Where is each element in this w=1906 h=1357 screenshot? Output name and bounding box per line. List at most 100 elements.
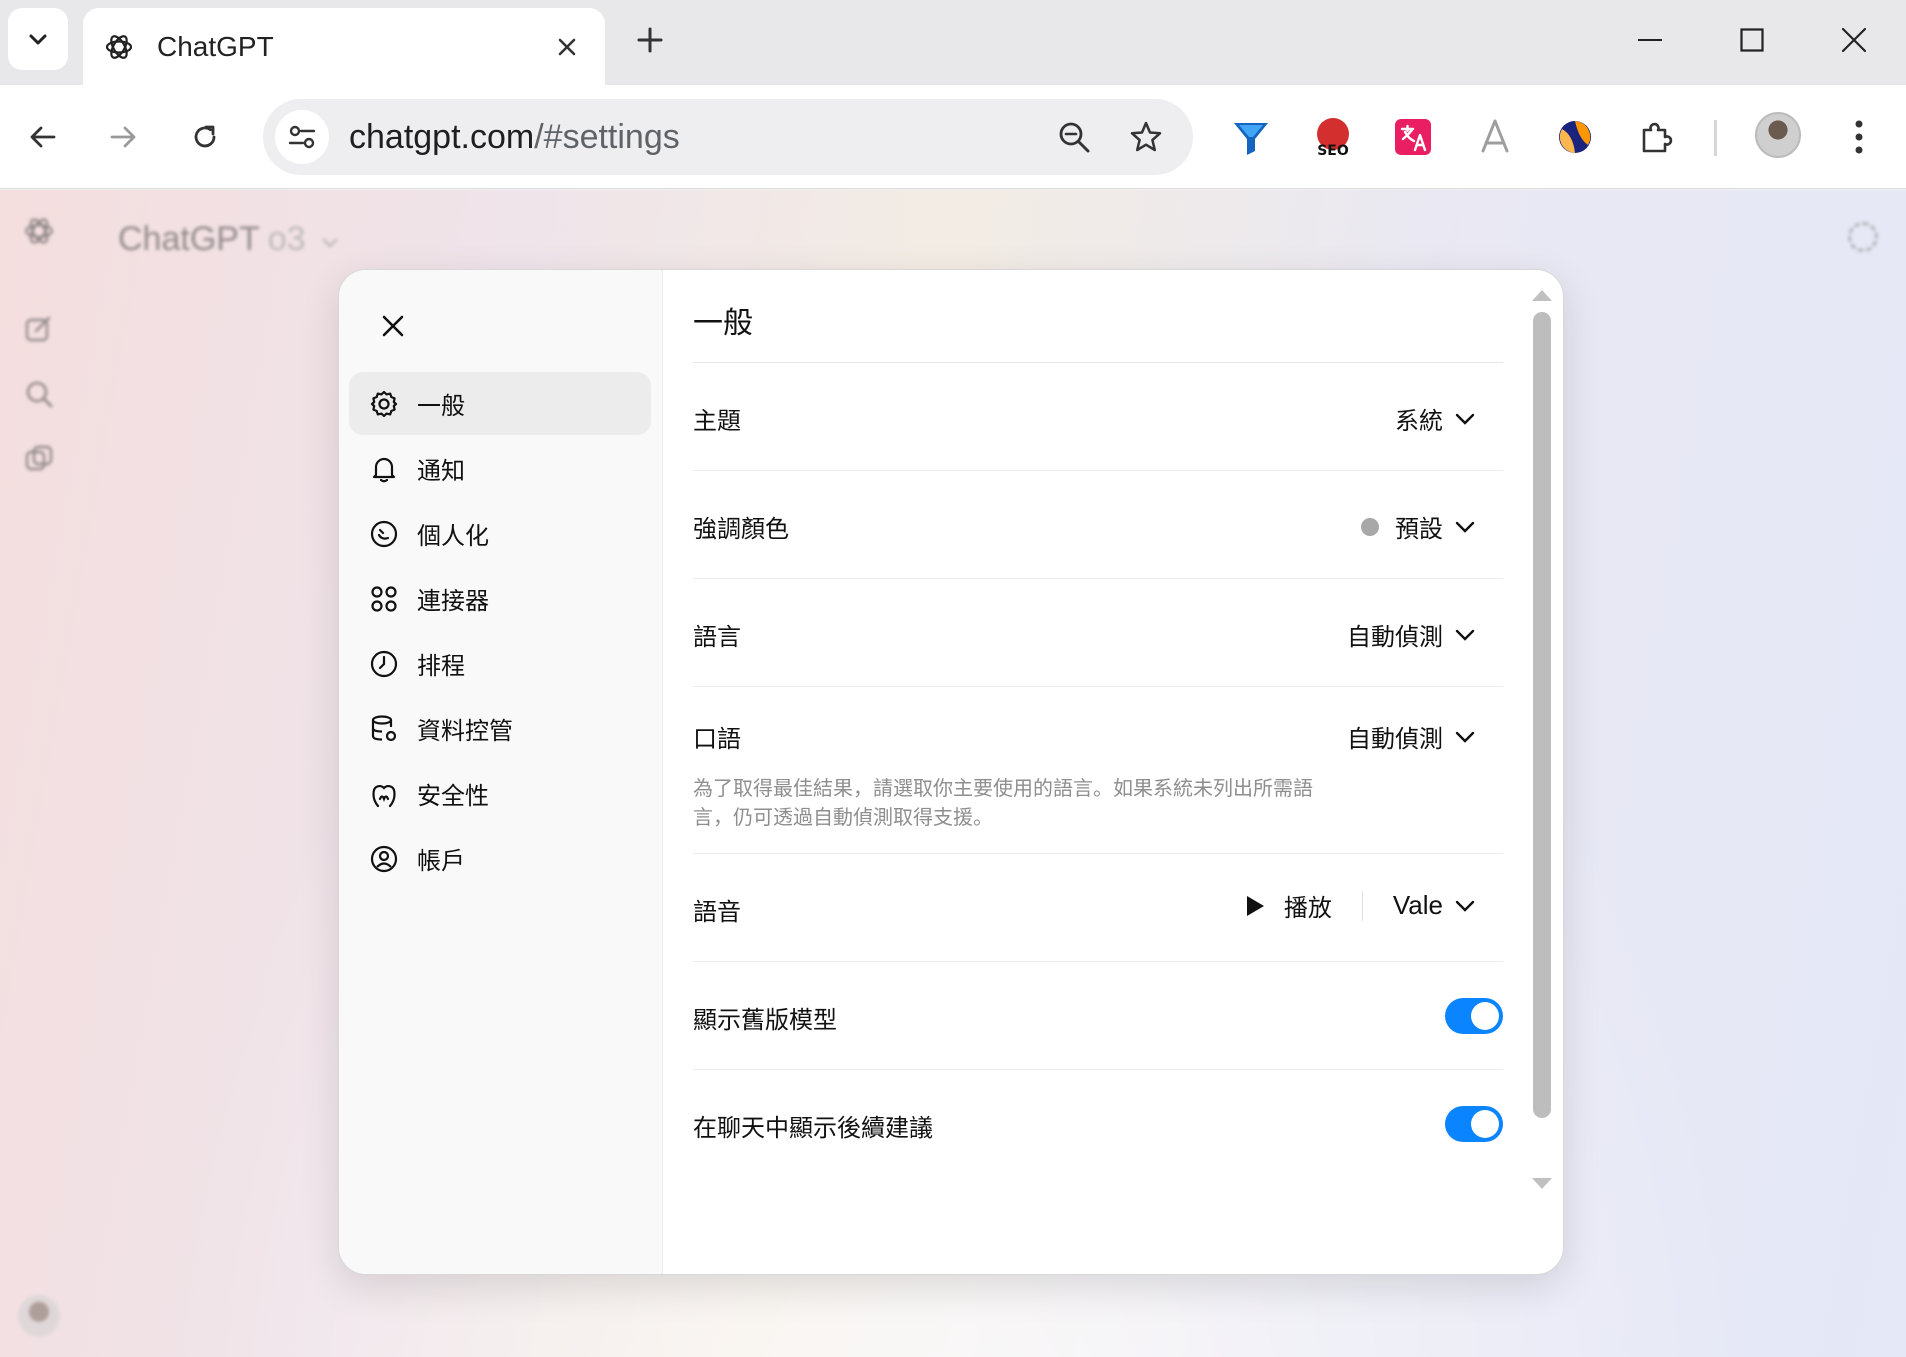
voice-dropdown[interactable]: Vale — [1393, 890, 1475, 921]
new-chat-icon[interactable] — [22, 312, 56, 346]
accent-color-dropdown[interactable]: 預設 — [1361, 509, 1475, 544]
database-icon — [371, 714, 397, 741]
tab-close-button[interactable] — [549, 29, 585, 65]
extension-ruler[interactable] — [1473, 115, 1517, 159]
bookmark-button[interactable] — [1121, 112, 1171, 162]
more-vertical-icon — [1855, 120, 1863, 154]
chevron-down-icon — [1455, 521, 1475, 533]
settings-modal: 一般 通知 個人化 連接器 排程 資料控管 安全性 帳戶 一般 主題 系統 強調… — [338, 269, 1564, 1275]
extension-circle[interactable] — [1553, 115, 1597, 159]
accent-color-label: 強調顏色 — [693, 515, 789, 543]
tab-title: ChatGPT — [157, 30, 274, 62]
seo-icon: SEO — [1317, 118, 1349, 158]
voice-row: 語音 播放 Vale — [693, 854, 1503, 962]
legacy-models-toggle[interactable] — [1445, 998, 1503, 1034]
model-selector[interactable]: ChatGPT o3 — [118, 220, 339, 259]
spoken-language-hint: 為了取得最佳結果，請選取你主要使用的語言。如果系統未列出所需語 言，仍可透過自動… — [693, 776, 1313, 829]
browser-menu-button[interactable] — [1837, 115, 1881, 159]
maximize-button[interactable] — [1722, 16, 1782, 64]
voice-separator — [1361, 890, 1363, 921]
spoken-language-label: 口語 — [693, 725, 741, 753]
followup-suggestions-toggle[interactable] — [1445, 1106, 1503, 1142]
browser-toolbar: chatgpt.com/#settings SEO — [0, 85, 1906, 189]
library-icon[interactable] — [22, 442, 56, 476]
legacy-models-label: 顯示舊版模型 — [693, 1006, 837, 1034]
close-icon — [382, 315, 404, 337]
minimize-button[interactable] — [1620, 16, 1680, 64]
reload-icon — [194, 125, 216, 148]
language-row: 語言 自動偵測 — [693, 579, 1503, 687]
theme-dropdown[interactable]: 系統 — [1395, 401, 1475, 436]
zoom-button[interactable] — [1049, 112, 1099, 162]
bell-icon — [372, 457, 396, 482]
chevron-down-icon — [1455, 629, 1475, 641]
settings-scrollbar[interactable] — [1531, 290, 1553, 1190]
search-icon[interactable] — [22, 377, 56, 411]
close-icon — [1841, 27, 1867, 53]
forward-button[interactable] — [98, 112, 148, 162]
back-button[interactable] — [18, 112, 68, 162]
settings-nav-notifications[interactable]: 通知 — [349, 437, 651, 500]
settings-nav: 一般 通知 個人化 連接器 排程 資料控管 安全性 帳戶 — [349, 372, 651, 892]
toolbar-separator — [1714, 120, 1717, 156]
settings-nav-schedules[interactable]: 排程 — [349, 632, 651, 695]
settings-content: 一般 主題 系統 強調顏色 預設 語言 自動偵測 口語 自動偵測 為了取得最佳結… — [663, 270, 1563, 1274]
filter-icon — [1234, 123, 1268, 155]
extension-translate[interactable] — [1391, 115, 1435, 159]
accent-color-row: 強調顏色 預設 — [693, 471, 1503, 579]
tune-icon — [288, 125, 316, 149]
chevron-down-icon — [1455, 900, 1475, 912]
account-icon — [370, 845, 398, 872]
extension-filter[interactable] — [1229, 115, 1273, 159]
settings-nav-security[interactable]: 安全性 — [349, 762, 651, 825]
settings-close-button[interactable] — [369, 302, 417, 350]
theme-row: 主題 系統 — [693, 363, 1503, 471]
puzzle-icon — [1642, 122, 1673, 153]
play-icon — [1246, 895, 1264, 916]
zoom-out-icon — [1059, 122, 1090, 153]
settings-nav-general[interactable]: 一般 — [349, 372, 651, 435]
circle-logo-icon — [1559, 121, 1591, 153]
window-close-button[interactable] — [1824, 16, 1884, 64]
translate-icon — [1395, 119, 1431, 155]
accent-color-swatch — [1361, 517, 1379, 536]
scroll-up-arrow[interactable] — [1532, 290, 1552, 301]
voice-label: 語音 — [693, 898, 741, 926]
close-icon — [558, 38, 576, 55]
scroll-down-arrow[interactable] — [1532, 1178, 1552, 1189]
new-tab-button[interactable] — [630, 20, 670, 60]
site-info-button[interactable] — [275, 110, 329, 164]
settings-nav-account[interactable]: 帳戶 — [349, 827, 651, 890]
spoken-language-row: 口語 自動偵測 為了取得最佳結果，請選取你主要使用的語言。如果系統未列出所需語 … — [693, 687, 1503, 854]
ruler-icon — [1481, 119, 1509, 153]
theme-label: 主題 — [693, 407, 741, 435]
svg-text:SEO: SEO — [1317, 143, 1349, 158]
connectors-icon — [371, 585, 397, 612]
settings-nav-data-controls[interactable]: 資料控管 — [349, 697, 651, 760]
security-icon — [372, 784, 396, 807]
reload-button[interactable] — [180, 112, 230, 162]
arrow-left-icon — [30, 126, 56, 148]
temporary-chat-icon[interactable] — [1848, 222, 1878, 252]
settings-section-title: 一般 — [693, 306, 753, 341]
scrollbar-thumb[interactable] — [1533, 312, 1551, 1118]
user-avatar[interactable] — [18, 1295, 60, 1337]
gear-icon — [370, 390, 398, 417]
language-dropdown[interactable]: 自動偵測 — [1347, 617, 1475, 652]
browser-tab[interactable]: ChatGPT — [83, 8, 605, 85]
spoken-language-dropdown[interactable]: 自動偵測 — [1347, 719, 1475, 754]
settings-nav-connectors[interactable]: 連接器 — [349, 567, 651, 630]
address-bar[interactable]: chatgpt.com/#settings — [263, 99, 1193, 175]
settings-nav-personalization[interactable]: 個人化 — [349, 502, 651, 565]
language-label: 語言 — [693, 623, 741, 651]
browser-tabstrip: ChatGPT — [0, 0, 1906, 85]
url-text: chatgpt.com/#settings — [349, 117, 680, 156]
personalize-icon — [370, 520, 398, 547]
extension-seo[interactable]: SEO — [1311, 115, 1355, 159]
profile-avatar[interactable] — [1755, 112, 1801, 158]
tab-search-button[interactable] — [8, 8, 68, 70]
extensions-menu-button[interactable] — [1635, 115, 1679, 159]
chevron-down-icon — [322, 238, 338, 248]
voice-play-button[interactable]: 播放 — [1244, 888, 1332, 923]
openai-logo-icon[interactable] — [22, 214, 56, 248]
